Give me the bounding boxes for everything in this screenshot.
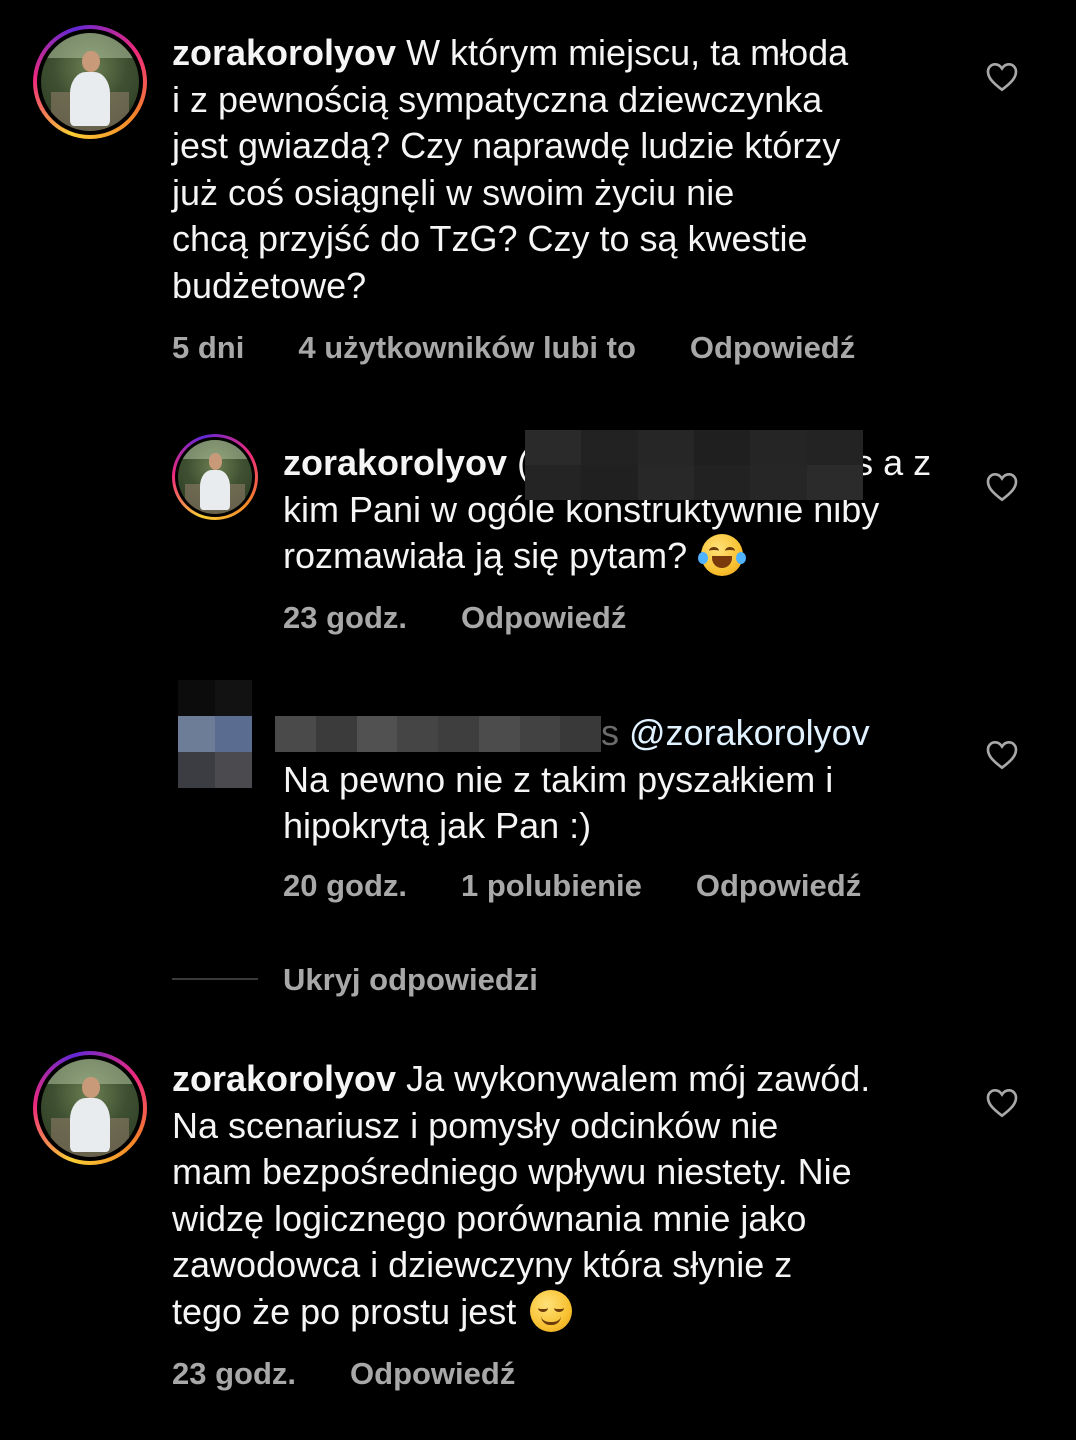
- avatar-photo: [178, 440, 252, 514]
- comment-meta: 20 godz. 1 polubienie Odpowiedź: [283, 868, 861, 904]
- comment-username[interactable]: zorakorolyov: [172, 1058, 396, 1099]
- comment-1: zorakorolyov W którym miejscu, ta młoda …: [0, 0, 1076, 400]
- reply-1: zorakorolyov (s a z kim Pani w ogóle kon…: [0, 410, 1076, 660]
- comment-likes[interactable]: 4 użytkowników lubi to: [298, 330, 636, 366]
- heart-outline-icon[interactable]: [986, 1088, 1018, 1118]
- comment-time: 23 godz.: [172, 1356, 297, 1391]
- comment-content: Na pewno nie z takim pyszałkiem i hipokr…: [283, 758, 834, 847]
- heart-outline-icon[interactable]: [986, 740, 1018, 770]
- hide-replies-button[interactable]: Ukryj odpowiedzi: [283, 962, 538, 998]
- replies-divider: [172, 978, 258, 980]
- reply-2: s @zorakorolyov Na pewno nie z takim pys…: [0, 670, 1076, 930]
- comment-content: W którym miejscu, ta młoda i z pewnością…: [172, 32, 849, 306]
- mention-link[interactable]: @zorakorolyov: [629, 712, 870, 753]
- comment-meta: 23 godz. Odpowiedź: [172, 1356, 515, 1392]
- mention-tail: s a z: [855, 442, 932, 483]
- avatar-photo: [41, 1059, 139, 1157]
- comment-content: kim Pani w ogóle konstruktywnie niby roz…: [283, 488, 880, 577]
- comment-content: Ja wykonywalem mój zawód. Na scenariusz …: [172, 1058, 871, 1332]
- avatar[interactable]: [33, 1051, 147, 1165]
- reply-button[interactable]: Odpowiedź: [461, 600, 626, 636]
- comment-time: 20 godz.: [283, 868, 408, 903]
- comment-meta: 5 dni 4 użytkowników lubi to Odpowiedź: [172, 330, 855, 366]
- avatar[interactable]: [33, 25, 147, 139]
- reply-button[interactable]: Odpowiedź: [690, 330, 855, 366]
- heart-outline-icon[interactable]: [986, 472, 1018, 502]
- avatar-photo: [41, 33, 139, 131]
- comment-username[interactable]: zorakorolyov: [172, 32, 396, 73]
- censored-mention: [525, 430, 863, 500]
- heart-outline-icon[interactable]: [986, 62, 1018, 92]
- comment-time: 5 dni: [172, 330, 245, 365]
- face-with-tears-of-joy-icon: [698, 534, 747, 577]
- censored-username: [275, 716, 601, 752]
- comment-time: 23 godz.: [283, 600, 408, 635]
- comment-likes[interactable]: 1 polubienie: [461, 868, 642, 904]
- avatar[interactable]: [172, 434, 258, 520]
- mention-tail: s: [601, 712, 619, 753]
- relieved-face-icon: [530, 1289, 573, 1332]
- reply-button[interactable]: Odpowiedź: [696, 868, 861, 904]
- comment-text: zorakorolyov W którym miejscu, ta młoda …: [172, 30, 962, 310]
- comment-meta: 23 godz. Odpowiedź: [283, 600, 626, 636]
- censored-avatar[interactable]: [178, 680, 252, 788]
- comment-2: zorakorolyov Ja wykonywalem mój zawód. N…: [0, 1040, 1076, 1440]
- comment-text: zorakorolyov Ja wykonywalem mój zawód. N…: [172, 1056, 962, 1336]
- reply-button[interactable]: Odpowiedź: [350, 1356, 515, 1392]
- comment-username[interactable]: zorakorolyov: [283, 442, 507, 483]
